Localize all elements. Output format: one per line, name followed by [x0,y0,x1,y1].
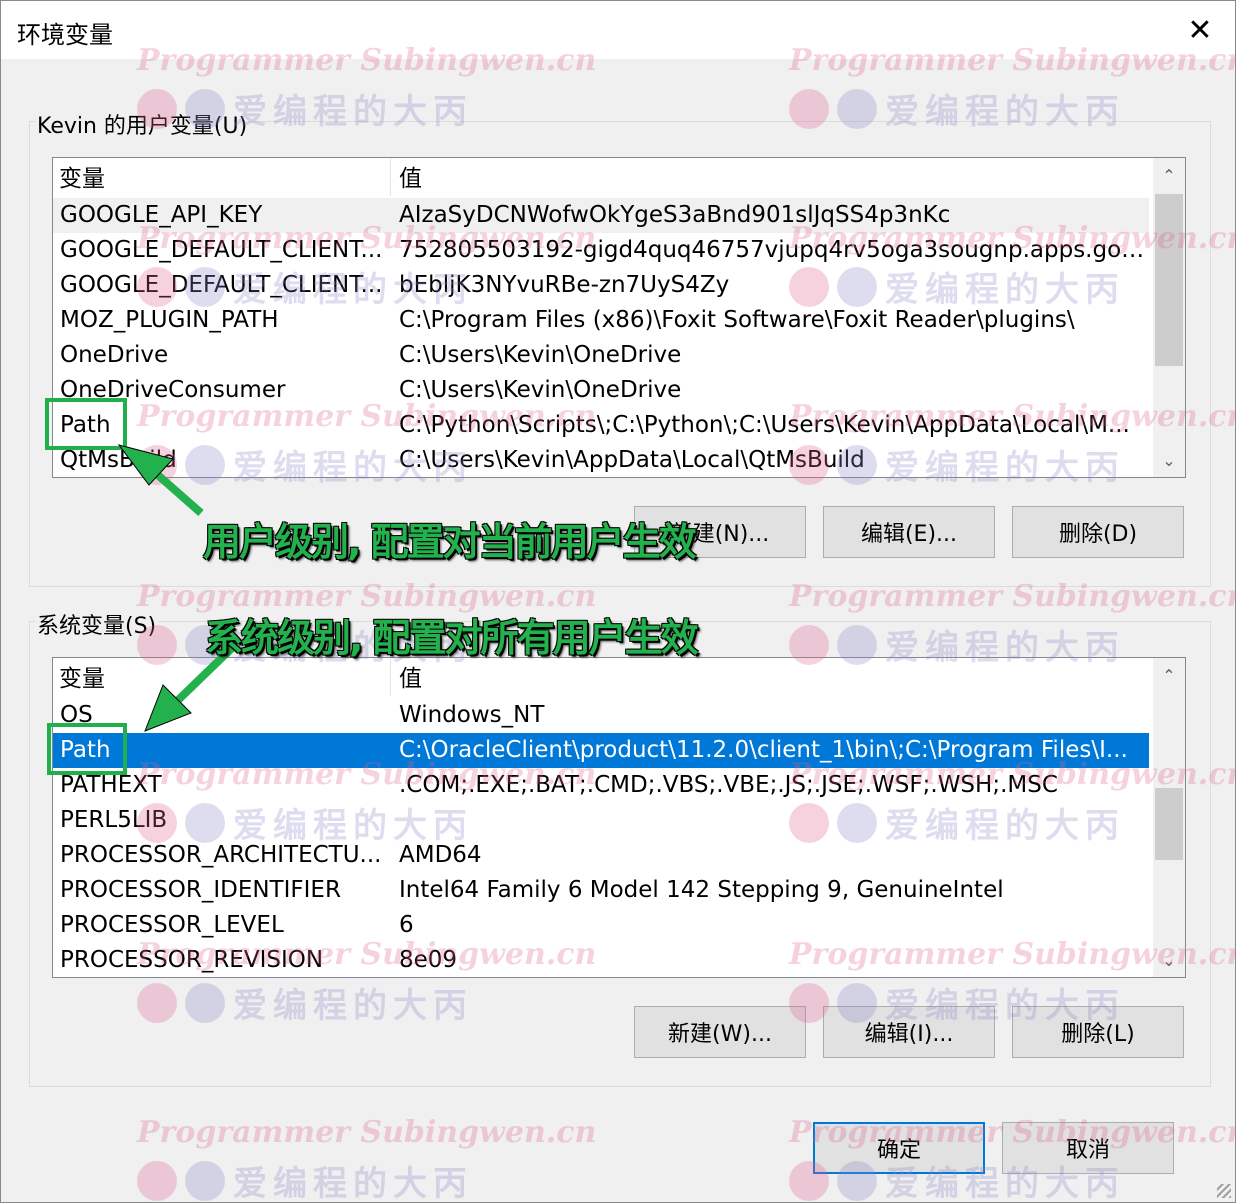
scroll-up-icon[interactable]: ⌃ [1153,658,1185,692]
variable-value-cell: AMD64 [399,842,482,868]
variable-value-cell: 752805503192-gigd4quq46757vjupq4rv5oga3s… [399,237,1145,263]
variable-value-cell: C:\Users\Kevin\AppData\Local\QtMsBuild [399,447,865,473]
variable-name-cell: PROCESSOR_ARCHITECTU... [60,842,382,868]
variable-value-cell: C:\Users\Kevin\OneDrive [399,377,682,403]
table-row[interactable]: MOZ_PLUGIN_PATH C:\Program Files (x86)\Fo… [53,303,1149,338]
scrollbar-thumb[interactable] [1155,194,1183,366]
scrollbar-thumb[interactable] [1155,788,1183,860]
cancel-button[interactable]: 取消 [1002,1122,1174,1174]
variable-name-cell: MOZ_PLUGIN_PATH [60,307,279,333]
user-variables-list[interactable]: 变量 值 GOOGLE_API_KEY AIzaSyDCNWofwOkYgeS3a… [52,157,1186,478]
system-path-highlight [47,723,127,775]
user-level-note: 用户级别, 配置对当前用户生效 [203,520,697,564]
system-variables-list[interactable]: 变量 值 OS Windows_NT Path C:\OracleClient\pro… [52,657,1186,978]
variable-value-cell: C:\Users\Kevin\OneDrive [399,342,682,368]
system-variables-rows: OS Windows_NT Path C:\OracleClient\product\… [53,698,1149,977]
table-row[interactable]: PROCESSOR_IDENTIFIER Intel64 Family 6 Mod… [53,873,1149,908]
table-row[interactable]: OneDriveConsumer C:\Users\Kevin\OneDrive [53,373,1149,408]
variable-value-cell: .COM;.EXE;.BAT;.CMD;.VBS;.VBE;.JS;.JSE;.… [399,772,1058,798]
close-button[interactable]: ✕ [1165,1,1235,59]
variable-name-cell: GOOGLE_DEFAULT_CLIENT... [60,237,383,263]
system-edit-button[interactable]: 编辑(I)... [823,1006,995,1058]
table-row[interactable]: Path C:\OracleClient\product\11.2.0\clien… [53,733,1149,768]
table-row[interactable]: PROCESSOR_ARCHITECTU... AMD64 [53,838,1149,873]
variable-name-cell: GOOGLE_API_KEY [60,202,263,228]
table-row[interactable]: Path C:\Python\Scripts\;C:\Python\;C:\Use… [53,408,1149,443]
system-level-note: 系统级别, 配置对所有用户生效 [205,616,699,660]
column-header-value[interactable]: 值 [392,158,1148,196]
system-list-scrollbar[interactable]: ⌃ ⌄ [1153,658,1185,977]
variable-name-cell: PROCESSOR_REVISION [60,947,324,973]
watermark-text: Programmer Subingwen.cn [137,1115,597,1150]
column-header-variable[interactable]: 变量 [53,658,391,696]
table-row[interactable]: OneDrive C:\Users\Kevin\OneDrive [53,338,1149,373]
resize-grip-icon[interactable] [1217,1184,1231,1198]
variable-value-cell: C:\Program Files (x86)\Foxit Software\Fo… [399,307,1075,333]
table-row[interactable]: GOOGLE_DEFAULT_CLIENT... bEbljK3NYvuRBe-z… [53,268,1149,303]
ok-button[interactable]: 确定 [813,1122,985,1174]
user-variables-label: Kevin 的用户变量(U) [35,108,250,140]
table-row[interactable]: PROCESSOR_LEVEL 6 [53,908,1149,943]
column-header-value[interactable]: 值 [392,658,1148,696]
close-icon: ✕ [1187,12,1213,48]
variable-value-cell: 8e09 [399,947,458,973]
variable-value-cell: C:\Python\Scripts\;C:\Python\;C:\Users\K… [399,412,1130,438]
user-list-scrollbar[interactable]: ⌃ ⌄ [1153,158,1185,477]
user-variables-rows: GOOGLE_API_KEY AIzaSyDCNWofwOkYgeS3aBnd90… [53,198,1149,477]
table-row[interactable]: GOOGLE_API_KEY AIzaSyDCNWofwOkYgeS3aBnd90… [53,198,1149,233]
title-bar: 环境变量 ✕ [1,1,1235,59]
scroll-up-icon[interactable]: ⌃ [1153,158,1185,192]
variable-value-cell: AIzaSyDCNWofwOkYgeS3aBnd901slJqSS4p3nKc [399,202,951,228]
list-header: 变量 值 [53,658,1149,696]
variable-name-cell: PROCESSOR_IDENTIFIER [60,877,341,903]
user-edit-button[interactable]: 编辑(E)... [823,506,995,558]
table-row[interactable]: OS Windows_NT [53,698,1149,733]
variable-value-cell: bEbljK3NYvuRBe-zn7UyS4Zy [399,272,730,298]
table-row[interactable]: PROCESSOR_REVISION 8e09 [53,943,1149,977]
scroll-down-icon[interactable]: ⌄ [1153,943,1185,977]
window-title: 环境变量 [17,21,113,49]
user-delete-button[interactable]: 删除(D) [1012,506,1184,558]
variable-value-cell: C:\OracleClient\product\11.2.0\client_1\… [399,737,1128,763]
scroll-down-icon[interactable]: ⌄ [1153,443,1185,477]
watermark: Programmer Subingwen.cn 爱编程的大丙 [137,1115,596,1203]
user-path-highlight [45,398,127,450]
table-row[interactable]: PATHEXT .COM;.EXE;.BAT;.CMD;.VBS;.VBE;.JS… [53,768,1149,803]
environment-variables-dialog: 环境变量 ✕ Kevin 的用户变量(U) 变量 值 GOOGLE_API_KE… [0,0,1236,1203]
variable-name-cell: PROCESSOR_LEVEL [60,912,284,938]
variable-value-cell: 6 [399,912,414,938]
watermark-text: 爱编程的大丙 [233,1164,473,1203]
system-new-button[interactable]: 新建(W)... [634,1006,806,1058]
table-row[interactable]: QtMsBuild C:\Users\Kevin\AppData\Local\Qt… [53,443,1149,477]
system-delete-button[interactable]: 删除(L) [1012,1006,1184,1058]
table-row[interactable]: GOOGLE_DEFAULT_CLIENT... 752805503192-gig… [53,233,1149,268]
variable-value-cell: Intel64 Family 6 Model 142 Stepping 9, G… [399,877,1004,903]
table-row[interactable]: PERL5LIB [53,803,1149,838]
variable-name-cell: GOOGLE_DEFAULT_CLIENT... [60,272,383,298]
variable-value-cell: Windows_NT [399,702,545,728]
list-header: 变量 值 [53,158,1149,196]
system-variables-label: 系统变量(S) [35,608,159,640]
column-header-variable[interactable]: 变量 [53,158,391,196]
variable-name-cell: PERL5LIB [60,807,168,833]
variable-name-cell: OneDrive [60,342,169,368]
